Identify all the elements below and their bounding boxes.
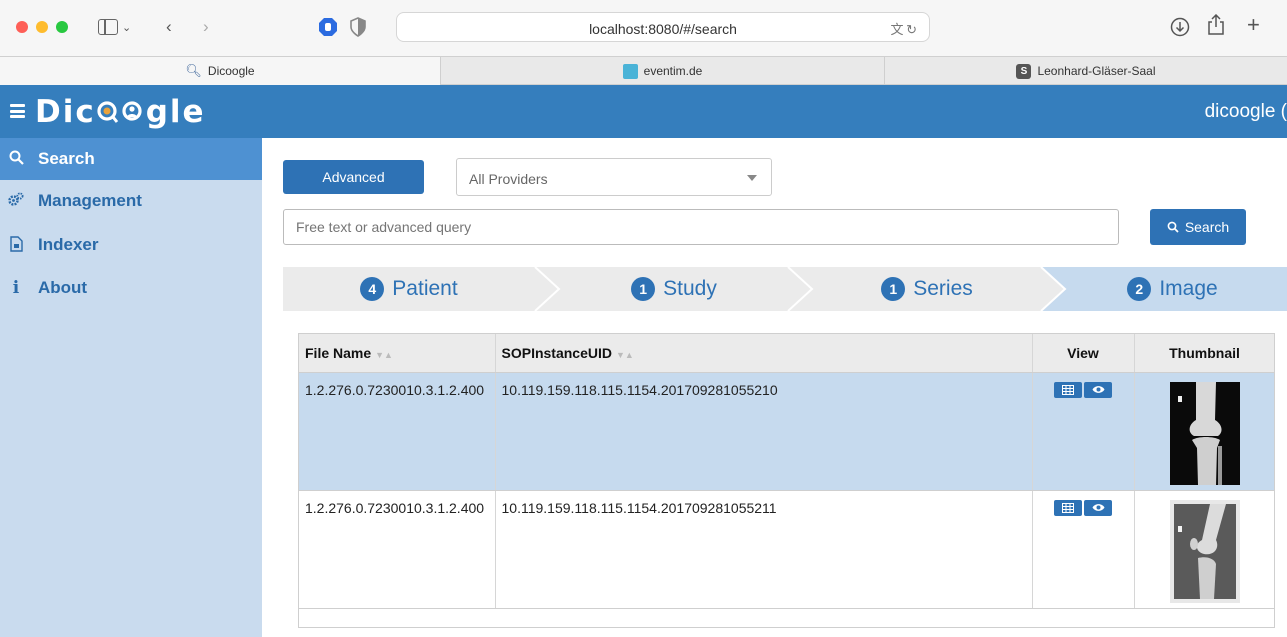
app-header: Dic gle dicoogle (	[0, 85, 1287, 138]
minimize-window-button[interactable]	[36, 21, 48, 33]
privacy-shield-icon[interactable]	[350, 17, 366, 37]
caret-down-icon	[747, 175, 757, 181]
result-breadcrumb: 4 Patient 1 Study 1 Series 2 Image	[283, 267, 1287, 311]
sop-uid-cell: 10.119.159.118.115.1154.201709281055211	[495, 490, 1033, 609]
tab-leonhard[interactable]: S Leonhard-Gläser-Saal	[884, 57, 1287, 85]
dump-table-button[interactable]	[1054, 499, 1082, 516]
knee-xray-lateral-thumbnail[interactable]	[1169, 499, 1240, 603]
results-table: File Name ▼▲ SOPInstanceUID ▼▲ View Thumbn…	[298, 333, 1275, 628]
logo-magnifier-icon	[97, 101, 142, 123]
sidebar-toggle-icon[interactable]	[98, 19, 118, 35]
sidebar-item-search[interactable]: Search	[0, 138, 262, 180]
zoom-window-button[interactable]	[56, 21, 68, 33]
table-icon	[1062, 502, 1074, 513]
step-count-badge: 1	[631, 277, 656, 301]
table-row[interactable]: 1.2.276.0.7230010.3.1.2.400 10.119.159.1…	[299, 372, 1274, 491]
sidebar-item-label: Search	[38, 149, 95, 168]
browser-toolbar: ⌄ ‹ › localhost:8080/#/search 文 ↻ +	[0, 0, 1287, 56]
search-button[interactable]: Search	[1150, 209, 1246, 245]
adblock-hand-icon[interactable]	[318, 17, 338, 37]
column-header-sop-uid[interactable]: SOPInstanceUID ▼▲	[495, 334, 1033, 373]
sidebar-item-label: Indexer	[38, 235, 99, 254]
step-count-badge: 2	[1127, 277, 1152, 301]
back-icon[interactable]: ‹	[166, 18, 172, 35]
download-icon[interactable]	[1170, 17, 1190, 37]
tab-label: Dicoogle	[207, 64, 255, 78]
step-study[interactable]: 1 Study	[548, 267, 800, 311]
eye-icon	[1092, 504, 1104, 511]
search-icon	[1167, 221, 1179, 233]
share-icon[interactable]	[1207, 14, 1225, 36]
new-tab-icon[interactable]: +	[1247, 14, 1260, 36]
sidebar-item-indexer[interactable]: Indexer	[0, 224, 262, 266]
sidebar-item-management[interactable]: Management	[0, 180, 262, 222]
sort-icon: ▼▲	[615, 349, 634, 360]
main-content: Advanced All Providers Search 4 Patient …	[262, 138, 1287, 637]
column-header-thumbnail: Thumbnail	[1134, 334, 1274, 373]
column-header-view: View	[1032, 334, 1135, 373]
step-image[interactable]: 2 Image	[1058, 267, 1287, 311]
file-name-cell: 1.2.276.0.7230010.3.1.2.400	[299, 490, 496, 609]
app-logo[interactable]: Dic gle	[35, 94, 206, 130]
sidebar-item-label: Management	[38, 191, 142, 210]
table-header-row: File Name ▼▲ SOPInstanceUID ▼▲ View Thumbn…	[299, 334, 1274, 373]
thumbnail-cell	[1134, 372, 1274, 491]
step-count-badge: 4	[360, 277, 385, 301]
thumbnail-cell	[1134, 490, 1274, 609]
dump-table-button[interactable]	[1054, 381, 1082, 398]
table-icon	[1062, 384, 1074, 395]
tab-label: eventim.de	[643, 64, 703, 78]
s-favicon-icon: S	[1016, 63, 1032, 79]
tab-eventim[interactable]: eventim.de	[440, 57, 884, 85]
table-row[interactable]: 1.2.276.0.7230010.3.1.2.400 10.119.159.1…	[299, 490, 1274, 609]
close-window-button[interactable]	[16, 21, 28, 33]
column-header-file-name[interactable]: File Name ▼▲	[299, 334, 496, 373]
provider-select[interactable]: All Providers	[456, 158, 772, 196]
forward-icon[interactable]: ›	[203, 18, 209, 35]
advanced-button[interactable]: Advanced	[283, 160, 424, 194]
step-patient[interactable]: 4 Patient	[283, 267, 535, 311]
view-cell	[1032, 372, 1135, 491]
sidebar: Search Management Indexer i About	[0, 138, 262, 637]
view-image-button[interactable]	[1084, 381, 1112, 398]
provider-select-value: All Providers	[469, 171, 548, 187]
view-image-button[interactable]	[1084, 499, 1112, 516]
info-icon: i	[12, 278, 20, 298]
sidebar-item-label: About	[38, 278, 88, 297]
sop-uid-cell: 10.119.159.118.115.1154.201709281055210	[495, 372, 1033, 491]
step-series[interactable]: 1 Series	[801, 267, 1053, 311]
file-icon	[8, 235, 24, 255]
tab-bar: 🔍︎ Dicoogle eventim.de S Leonhard-Gläser…	[0, 56, 1287, 85]
hamburger-menu-icon[interactable]	[10, 104, 25, 118]
sidebar-item-about[interactable]: i About	[0, 267, 262, 309]
tab-dicoogle[interactable]: 🔍︎ Dicoogle	[0, 57, 440, 85]
knee-xray-ap-thumbnail[interactable]	[1169, 381, 1240, 485]
url-text: localhost:8080/#/search	[589, 21, 737, 37]
step-label: Patient	[392, 277, 458, 300]
chevron-down-icon[interactable]: ⌄	[122, 20, 131, 37]
sort-icon: ▼▲	[375, 349, 393, 360]
eye-icon	[1092, 386, 1104, 393]
file-name-cell: 1.2.276.0.7230010.3.1.2.400	[299, 372, 496, 491]
view-cell	[1032, 490, 1135, 609]
search-icon	[8, 150, 24, 168]
step-label: Study	[663, 277, 717, 300]
step-label: Image	[1159, 277, 1218, 300]
address-bar[interactable]: localhost:8080/#/search 文 ↻	[396, 12, 930, 42]
user-menu[interactable]: dicoogle (	[1205, 101, 1287, 123]
step-count-badge: 1	[881, 277, 906, 301]
gears-icon	[8, 192, 24, 210]
square-favicon-icon	[622, 63, 638, 79]
step-label: Series	[913, 277, 973, 300]
translate-icon[interactable]: 文 ↻	[891, 19, 918, 38]
search-icon: 🔍︎	[185, 63, 202, 78]
tab-label: Leonhard-Gläser-Saal	[1037, 64, 1156, 78]
query-input[interactable]	[283, 209, 1119, 245]
